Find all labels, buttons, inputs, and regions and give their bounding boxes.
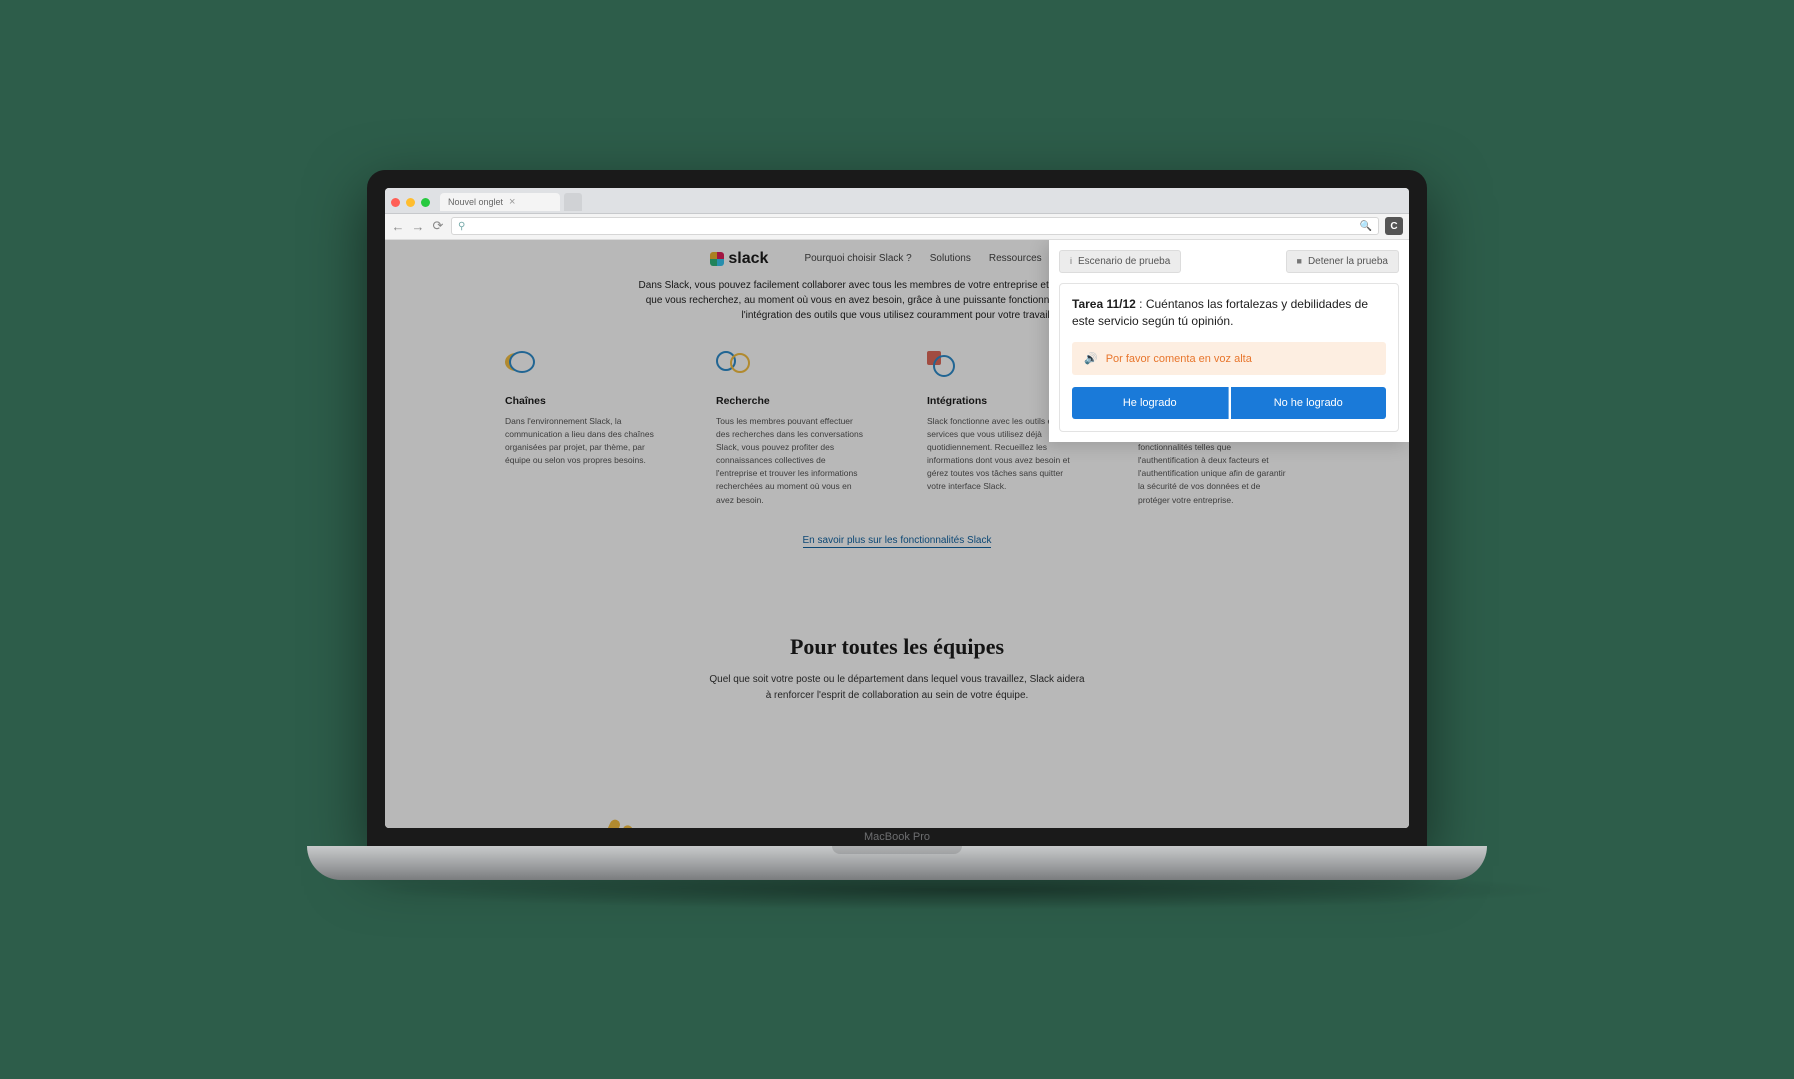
teams-sub: Quel que soit votre poste ou le départem… bbox=[707, 672, 1087, 704]
learn-more-link[interactable]: En savoir plus sur les fonctionnalités S… bbox=[803, 535, 992, 548]
back-button[interactable]: ← bbox=[391, 219, 405, 234]
comment-aloud-banner: 🔊 Por favor comenta en voz alta bbox=[1072, 342, 1386, 375]
laptop-label: MacBook Pro bbox=[385, 828, 1409, 846]
window-controls bbox=[391, 198, 430, 207]
new-tab-button[interactable] bbox=[564, 193, 582, 211]
feature-title: Recherche bbox=[716, 395, 867, 407]
task-text: Tarea 11/12 : Cuéntanos las fortalezas y… bbox=[1072, 296, 1386, 331]
laptop-base bbox=[307, 846, 1487, 880]
address-bar[interactable]: ⚲ 🔍 bbox=[451, 217, 1379, 235]
nav-why[interactable]: Pourquoi choisir Slack ? bbox=[804, 253, 911, 264]
maximize-window-icon[interactable] bbox=[421, 198, 430, 207]
forward-button[interactable]: → bbox=[411, 219, 425, 234]
magnifier-icon bbox=[716, 351, 750, 373]
search-icon: ⚲ bbox=[458, 221, 465, 232]
url-search-icon: 🔍 bbox=[1360, 221, 1372, 232]
close-tab-icon[interactable]: × bbox=[509, 196, 515, 208]
stop-test-button[interactable]: ■ Detener la prueba bbox=[1286, 250, 1400, 273]
teams-heading: Pour toutes les équipes bbox=[425, 634, 1369, 660]
slack-mark-icon bbox=[710, 252, 724, 266]
feature-body: Dans l'environnement Slack, la communica… bbox=[505, 415, 656, 468]
speaker-icon: 🔊 bbox=[1084, 352, 1098, 365]
gear-icon bbox=[927, 351, 955, 377]
chat-icon bbox=[505, 351, 535, 375]
browser-tab-strip: Nouvel onglet × bbox=[385, 188, 1409, 214]
extension-button[interactable]: C bbox=[1385, 217, 1403, 235]
feature-body: Tous les membres pouvant effectuer des r… bbox=[716, 415, 867, 507]
info-icon: i bbox=[1070, 256, 1072, 266]
success-button[interactable]: He logrado bbox=[1072, 387, 1229, 419]
browser-toolbar: ← → ⟳ ⚲ 🔍 C bbox=[385, 214, 1409, 240]
nav-solutions[interactable]: Solutions bbox=[930, 253, 971, 264]
tab-title: Nouvel onglet bbox=[448, 197, 503, 207]
stop-label: Detener la prueba bbox=[1308, 256, 1388, 267]
brand-name: slack bbox=[728, 250, 768, 268]
feature-channels: Chaînes Dans l'environnement Slack, la c… bbox=[505, 351, 656, 507]
feature-search: Recherche Tous les membres pouvant effec… bbox=[716, 351, 867, 507]
comment-aloud-text: Por favor comenta en voz alta bbox=[1106, 353, 1252, 365]
fail-button[interactable]: No he logrado bbox=[1231, 387, 1387, 419]
decorative-shapes bbox=[605, 819, 647, 828]
task-card: Tarea 11/12 : Cuéntanos las fortalezas y… bbox=[1059, 283, 1399, 433]
slack-logo[interactable]: slack bbox=[710, 250, 768, 268]
teams-section: Pour toutes les équipes Quel que soit vo… bbox=[385, 574, 1409, 704]
scenario-button[interactable]: i Escenario de prueba bbox=[1059, 250, 1181, 273]
feature-title: Chaînes bbox=[505, 395, 656, 407]
browser-tab[interactable]: Nouvel onglet × bbox=[440, 193, 560, 211]
close-window-icon[interactable] bbox=[391, 198, 400, 207]
minimize-window-icon[interactable] bbox=[406, 198, 415, 207]
stop-icon: ■ bbox=[1297, 256, 1302, 266]
nav-resources[interactable]: Ressources bbox=[989, 253, 1042, 264]
test-panel: i Escenario de prueba ■ Detener la prueb… bbox=[1049, 240, 1409, 443]
task-number: Tarea 11/12 bbox=[1072, 297, 1136, 311]
reload-button[interactable]: ⟳ bbox=[431, 218, 445, 234]
scenario-label: Escenario de prueba bbox=[1078, 256, 1170, 267]
